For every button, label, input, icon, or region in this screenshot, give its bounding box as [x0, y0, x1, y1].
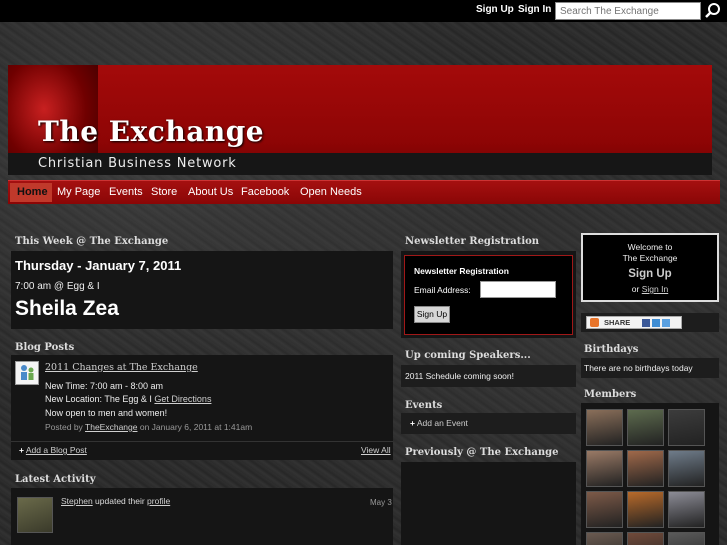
- activity-action: updated their: [95, 496, 145, 506]
- birthdays-text: There are no birthdays today: [584, 363, 693, 373]
- twitter-icon: [662, 319, 670, 327]
- nav-item-store[interactable]: Store: [151, 186, 177, 198]
- activity-user-link[interactable]: Stephen: [61, 496, 93, 506]
- post-date: on January 6, 2011 at 1:41am: [139, 422, 253, 432]
- site-banner[interactable]: The Exchange Christian Business Network: [8, 65, 712, 175]
- welcome-or: or: [631, 284, 640, 294]
- member-avatar[interactable]: [668, 491, 705, 528]
- speakers-panel: 2011 Schedule coming soon!: [401, 365, 576, 387]
- member-avatar[interactable]: [586, 450, 623, 487]
- this-week-panel: Thursday - January 7, 2011 7:00 am @ Egg…: [11, 251, 393, 329]
- speakers-heading: Up coming Speakers...: [405, 350, 531, 361]
- member-avatar[interactable]: [627, 532, 664, 545]
- email-label: Email Address:: [414, 285, 471, 295]
- member-avatar[interactable]: [586, 532, 623, 545]
- activity-user-avatar[interactable]: [17, 497, 53, 533]
- search-icon[interactable]: [704, 2, 722, 20]
- add-blog-post-link[interactable]: Add a Blog Post: [26, 445, 87, 455]
- newsletter-heading: Newsletter Registration: [405, 236, 540, 247]
- site-title: The Exchange: [38, 115, 265, 148]
- activity-target-link[interactable]: profile: [147, 496, 170, 506]
- member-avatar[interactable]: [586, 491, 623, 528]
- blog-divider: [11, 441, 393, 442]
- search-input[interactable]: [555, 2, 701, 20]
- nav-item-facebook[interactable]: Facebook: [241, 186, 289, 198]
- this-week-time-location: 7:00 am @ Egg & I: [15, 281, 100, 292]
- latest-activity-heading: Latest Activity: [15, 474, 96, 485]
- welcome-signin-link[interactable]: Sign In: [642, 284, 668, 294]
- nav-item-my-page[interactable]: My Page: [57, 186, 100, 198]
- blog-post-thumbnail[interactable]: [15, 361, 39, 385]
- top-signin-link[interactable]: Sign In: [518, 4, 551, 15]
- newsletter-panel: Newsletter Registration Email Address: S…: [401, 251, 576, 338]
- birthdays-heading: Birthdays: [584, 344, 639, 355]
- top-signup-link[interactable]: Sign Up: [476, 4, 514, 15]
- members-panel: [581, 403, 719, 545]
- activity-date: May 3: [370, 498, 392, 507]
- newsletter-form-title: Newsletter Registration: [414, 266, 509, 276]
- delicious-icon: [652, 319, 660, 327]
- welcome-signin-line: or Sign In: [583, 284, 717, 294]
- share-bar: SHARE: [581, 313, 719, 332]
- member-avatar[interactable]: [668, 450, 705, 487]
- post-author-link[interactable]: TheExchange: [85, 422, 137, 432]
- share-label: SHARE: [604, 318, 631, 327]
- add-icon: +: [19, 445, 24, 455]
- members-heading: Members: [584, 389, 637, 400]
- birthdays-panel: There are no birthdays today: [581, 358, 719, 378]
- this-week-heading: This Week @ The Exchange: [15, 236, 169, 247]
- blog-post-title[interactable]: 2011 Changes at The Exchange: [45, 362, 198, 373]
- member-avatar[interactable]: [668, 409, 705, 446]
- member-avatar[interactable]: [586, 409, 623, 446]
- add-event-link[interactable]: Add an Event: [417, 418, 468, 428]
- email-field[interactable]: [480, 281, 556, 298]
- member-avatar[interactable]: [627, 450, 664, 487]
- blog-post-meta: Posted by TheExchange on January 6, 2011…: [45, 422, 252, 432]
- share-plus-icon: [590, 318, 599, 327]
- nav-item-events[interactable]: Events: [109, 186, 143, 198]
- add-event[interactable]: + Add an Event: [410, 418, 468, 428]
- get-directions-link[interactable]: Get Directions: [154, 394, 211, 404]
- nav-item-about-us[interactable]: About Us: [188, 186, 233, 198]
- newsletter-signup-button[interactable]: Sign Up: [414, 306, 450, 323]
- add-event-icon: +: [410, 418, 415, 428]
- member-avatar[interactable]: [627, 409, 664, 446]
- site-subtitle: Christian Business Network: [38, 156, 237, 171]
- events-heading: Events: [405, 400, 443, 411]
- newsletter-form: Newsletter Registration Email Address: S…: [404, 255, 573, 335]
- this-week-date: Thursday - January 7, 2011: [15, 258, 182, 273]
- activity-text: Stephen updated their profile: [61, 496, 170, 506]
- member-avatar[interactable]: [668, 532, 705, 545]
- top-bar: Sign Up Sign In: [0, 0, 727, 22]
- this-week-speaker: Sheila Zea: [15, 297, 119, 320]
- add-blog-post[interactable]: + Add a Blog Post: [19, 445, 87, 455]
- welcome-signup-link[interactable]: Sign Up: [583, 268, 717, 280]
- view-all-link[interactable]: View All: [361, 445, 391, 455]
- welcome-box: Welcome to The Exchange Sign Up or Sign …: [581, 233, 719, 302]
- blog-posts-panel: 2011 Changes at The Exchange New Time: 7…: [11, 355, 393, 460]
- welcome-line2: The Exchange: [622, 253, 678, 263]
- previously-panel: [401, 462, 576, 545]
- speakers-text: 2011 Schedule coming soon!: [405, 371, 515, 381]
- blog-post-line1: New Time: 7:00 am - 8:00 am: [45, 381, 164, 391]
- share-button[interactable]: SHARE: [586, 316, 682, 329]
- blog-post-location: New Location: The Egg & I: [45, 394, 152, 404]
- blog-posts-heading: Blog Posts: [15, 342, 75, 353]
- posted-by-label: Posted by: [45, 422, 83, 432]
- nav-item-open-needs[interactable]: Open Needs: [300, 186, 362, 198]
- main-nav: Home My Page Events Store About Us Faceb…: [8, 180, 720, 204]
- welcome-line1: Welcome to: [627, 242, 673, 252]
- previously-heading: Previously @ The Exchange: [405, 447, 559, 458]
- member-avatar[interactable]: [627, 491, 664, 528]
- facebook-icon: [642, 319, 650, 327]
- blog-post-line2: New Location: The Egg & I Get Directions: [45, 394, 211, 404]
- latest-activity-panel: Stephen updated their profile May 3: [11, 488, 393, 545]
- nav-item-home[interactable]: Home: [17, 186, 48, 198]
- blog-post-line3: Now open to men and women!: [45, 408, 168, 418]
- banner-strip: Christian Business Network: [8, 153, 712, 175]
- events-panel: + Add an Event: [401, 413, 576, 434]
